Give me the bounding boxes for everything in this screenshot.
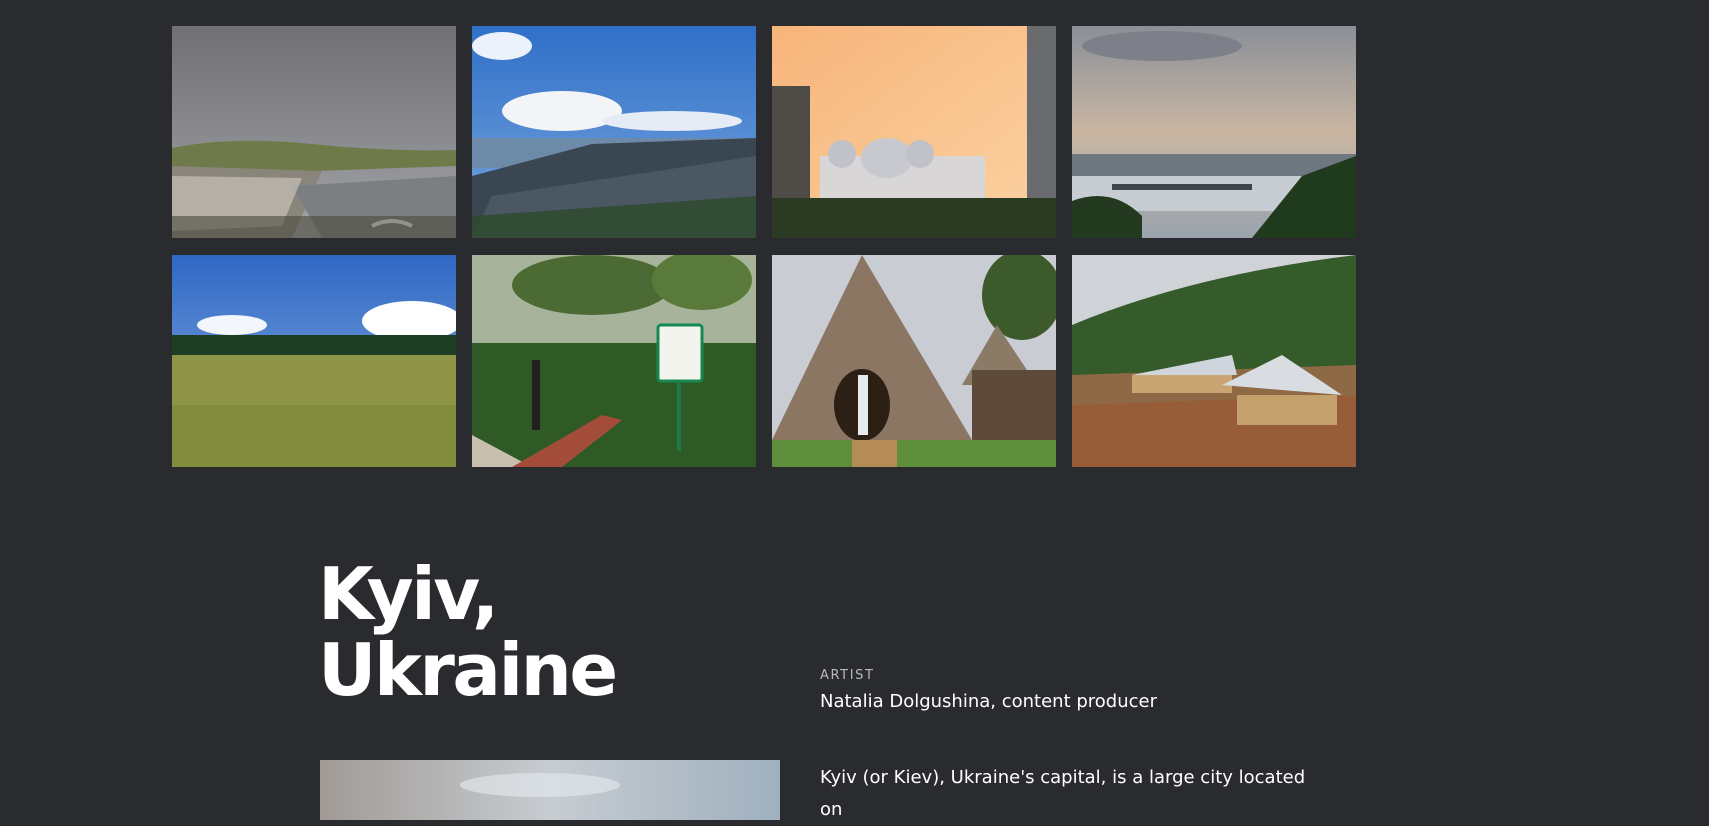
photo-garden-sign[interactable] — [472, 255, 756, 467]
photo-grass-field-image — [172, 255, 456, 467]
photo-grass-field[interactable] — [172, 255, 456, 467]
photo-garden-sign-image — [472, 255, 756, 467]
photo-thatched-hut[interactable] — [772, 255, 1056, 467]
photo-hillside-houses[interactable] — [1072, 255, 1356, 467]
photo-city-river-image — [1072, 26, 1356, 238]
photo-gallery — [172, 26, 1356, 467]
artist-name: Natalia Dolgushina, content producer — [820, 691, 1157, 712]
photo-church-sunset[interactable] — [772, 26, 1056, 238]
photo-seaside-town-image — [472, 26, 756, 238]
photo-seaside-town[interactable] — [472, 26, 756, 238]
photo-thatched-hut-image — [772, 255, 1056, 467]
artist-credit: ARTIST Natalia Dolgushina, content produ… — [820, 668, 1340, 712]
location-title: Kyiv, Ukraine — [318, 552, 618, 712]
photo-city-river[interactable] — [1072, 26, 1356, 238]
photo-church-sunset-image — [772, 26, 1056, 238]
artist-label: ARTIST — [820, 668, 875, 683]
hero-photo — [320, 760, 780, 820]
title-country: Ukraine — [318, 628, 618, 712]
photo-coastal-town[interactable] — [172, 26, 456, 238]
location-description: Kyiv (or Kiev), Ukraine's capital, is a … — [820, 767, 1306, 820]
title-city: Kyiv, — [318, 552, 499, 636]
photo-hillside-houses-image — [1072, 255, 1356, 467]
photo-coastal-town-image — [172, 26, 456, 238]
hero-photo-image — [320, 760, 780, 820]
